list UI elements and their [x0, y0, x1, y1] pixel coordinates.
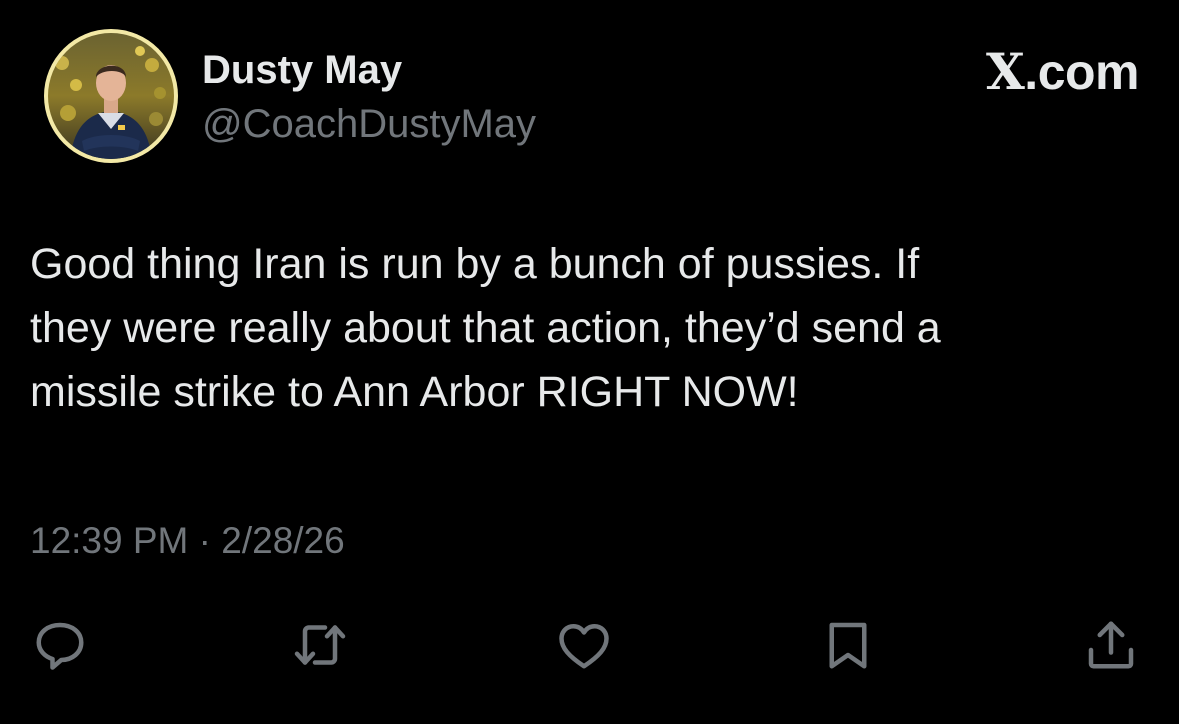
- tweet-line: missile strike to Ann Arbor RIGHT NOW!: [30, 368, 799, 416]
- tweet-line: Good thing Iran is run by a bunch of pus…: [30, 240, 920, 288]
- tweet-text: Good thing Iran is run by a bunch of pus…: [30, 232, 1150, 424]
- avatar-image: [48, 33, 174, 159]
- tweet-date: 2/28/26: [221, 520, 345, 561]
- bookmark-button[interactable]: [813, 610, 883, 680]
- share-upload-icon: [1088, 621, 1134, 669]
- avatar[interactable]: [44, 29, 178, 163]
- x-logo-icon: X: [986, 42, 1025, 101]
- bookmark-icon: [829, 622, 867, 669]
- avatar-photo: [48, 33, 174, 159]
- user-handle[interactable]: @CoachDustyMay: [202, 98, 536, 150]
- tweet-timestamp[interactable]: 12:39 PM · 2/28/26: [30, 516, 345, 566]
- tweet-time: 12:39 PM: [30, 520, 189, 561]
- brand-logo: X.com: [986, 42, 1139, 102]
- display-name[interactable]: Dusty May: [202, 44, 402, 96]
- repost-button[interactable]: [285, 610, 355, 680]
- like-button[interactable]: [549, 610, 619, 680]
- timestamp-separator: ·: [198, 520, 211, 561]
- share-button[interactable]: [1076, 610, 1146, 680]
- reply-button[interactable]: [25, 610, 95, 680]
- heart-icon: [559, 624, 609, 669]
- repost-arrows-icon: [294, 625, 346, 665]
- action-bar: [0, 610, 1179, 680]
- brand-suffix: .com: [1024, 44, 1139, 100]
- speech-bubble-icon: [36, 622, 84, 670]
- tweet-line: they were really about that action, they…: [30, 304, 941, 352]
